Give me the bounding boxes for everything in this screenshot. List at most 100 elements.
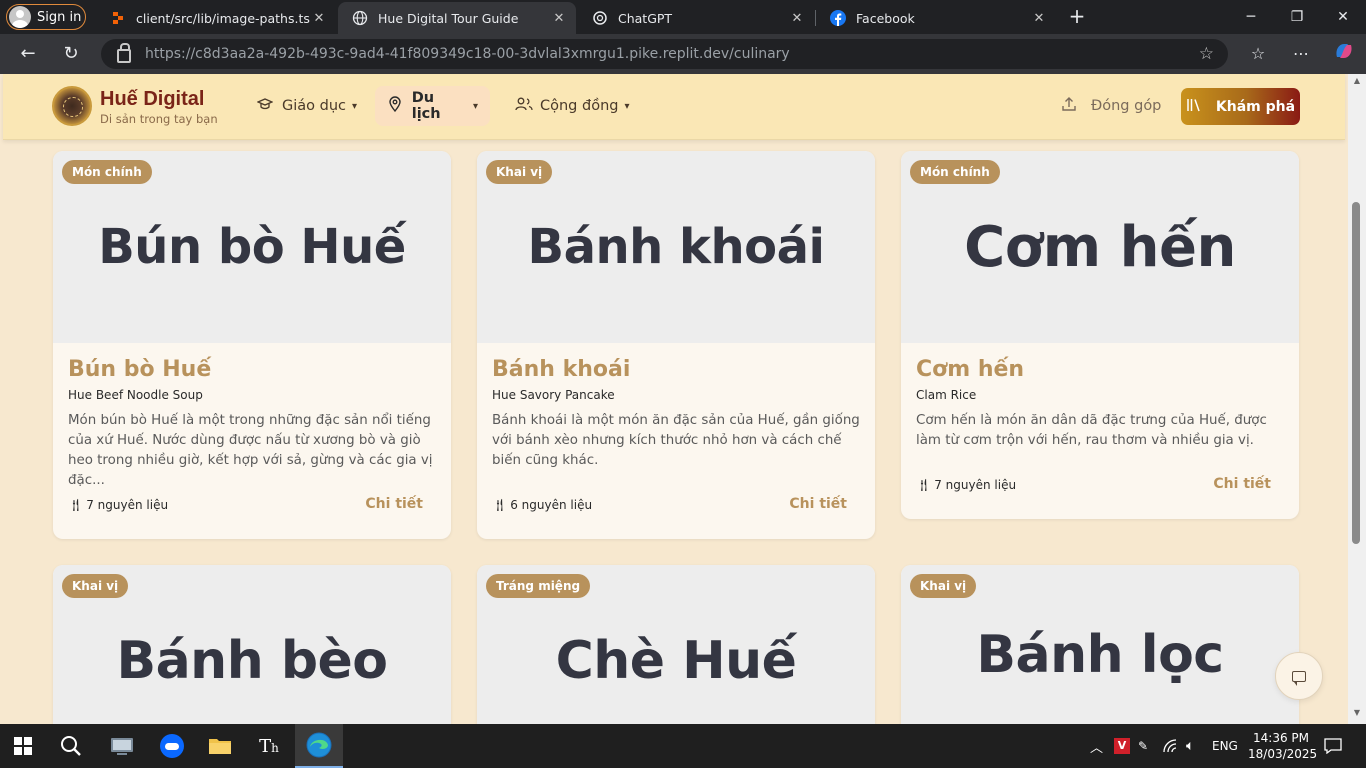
detail-link[interactable]: Chi tiết [1213,476,1271,492]
zalo-icon [160,734,184,758]
dish-card[interactable]: Chè Huế Tráng miệng [477,565,875,724]
show-hidden-icons[interactable]: ︿ [1090,724,1103,768]
scrollbar-thumb[interactable] [1352,202,1360,544]
dish-name: Bánh khoái [492,357,631,382]
brand-title[interactable]: Huế Digital [100,88,204,111]
chat-bubble-icon [1292,670,1306,686]
dish-card[interactable]: Cơm hến Món chính Cơm hến Clam Rice Cơm … [901,151,1299,519]
dish-description: Cơm hến là món ăn dân dã đặc trưng của H… [916,413,1267,448]
map-pin-icon [387,96,403,116]
dish-card[interactable]: Bánh khoái Khai vị Bánh khoái Hue Savory… [477,151,875,539]
close-icon[interactable]: ✕ [788,11,806,26]
tab-image-paths[interactable]: client/src/lib/image-paths.ts - Hu ✕ [96,2,336,34]
dish-description: Bánh khoái là một món ăn đặc sản của Huế… [492,413,860,468]
url-path: /culinary [729,46,790,62]
search-icon [61,736,81,756]
ingredient-count-label: 7 nguyên liệu [86,498,169,512]
taskbar-app-zalo[interactable] [149,724,195,768]
close-window-button[interactable]: ✕ [1320,0,1366,34]
language-label: ENG [1212,739,1238,753]
contribute-button[interactable]: Đóng góp [1061,96,1161,116]
profile-avatar-icon [9,6,31,28]
clock-time: 14:36 PM [1253,731,1309,745]
tray-network[interactable] [1163,724,1181,768]
tray-vietkey[interactable]: V [1114,724,1130,768]
taskbar-app-text[interactable]: Th [246,724,292,768]
chat-button[interactable] [1275,652,1323,700]
site-header: Huế Digital Di sản trong tay bạn Giáo dụ… [3,74,1345,140]
tray-volume[interactable]: 🔈︎ [1186,724,1194,768]
chevron-down-icon: ▾ [352,100,358,112]
dish-card[interactable]: Bánh bèo Khai vị [53,565,451,724]
new-tab-button[interactable]: + [1064,4,1090,30]
tab-facebook[interactable]: Facebook ✕ [816,2,1056,34]
taskbar-app-explorer[interactable] [197,724,243,768]
address-bar[interactable]: https://c8d3aa2a-492b-493c-9ad4-41f80934… [101,39,1228,69]
replit-icon [110,10,126,26]
library-icon [1186,98,1202,116]
hue-logo[interactable] [52,86,92,126]
signin-label: Sign in [37,9,82,25]
input-method-icon: ✎ [1138,739,1149,753]
dish-description: Món bún bò Huế là một trong những đặc sả… [68,413,433,488]
vietkey-icon: V [1114,738,1130,754]
category-badge: Khai vị [910,574,977,598]
search-button[interactable] [48,724,94,768]
brand-subtitle: Di sản trong tay bạn [100,112,218,126]
favorites-icon[interactable]: ☆ [1244,40,1272,68]
tab-chatgpt[interactable]: ChatGPT ✕ [578,2,814,34]
detail-link[interactable]: Chi tiết [789,496,847,512]
nav-label: Cộng đồng [540,98,619,114]
tray-language[interactable]: ENG [1212,724,1238,768]
dish-card[interactable]: Bún bò Huế Món chính Bún bò Huế Hue Beef… [53,151,451,539]
tab-title: client/src/lib/image-paths.ts - Hu [136,10,310,26]
taskbar-app-edge[interactable] [295,724,343,768]
reload-icon[interactable]: ↻ [57,40,85,68]
chevron-up-icon: ︿ [1090,740,1104,756]
category-badge: Món chính [62,160,152,184]
back-arrow-icon[interactable]: ← [14,40,42,68]
close-icon[interactable]: ✕ [1030,11,1048,26]
minimize-button[interactable]: ─ [1228,0,1274,34]
nav-label: Giáo dục [282,98,346,114]
tray-input[interactable]: ✎ [1138,724,1148,768]
restore-button[interactable]: ❐ [1274,0,1320,34]
nav-travel[interactable]: Du lịch ▾ [375,86,490,126]
chatgpt-icon [592,10,608,26]
dish-name: Bún bò Huế [68,357,212,382]
profile-signin-button[interactable]: Sign in [6,4,86,30]
taskbar-clock[interactable]: 14:36 PM 18/03/2025 [1248,730,1317,762]
close-icon[interactable]: ✕ [310,11,328,26]
tab-hue-digital[interactable]: Hue Digital Tour Guide ✕ [338,2,576,34]
utensils-icon: 🍴︎ [68,498,84,512]
dish-english-name: Hue Beef Noodle Soup [68,388,203,402]
scroll-down-arrow-icon[interactable]: ▼ [1352,708,1362,717]
scroll-up-arrow-icon[interactable]: ▲ [1352,76,1362,85]
dish-card[interactable]: Bánh lọc Khai vị [901,565,1299,724]
start-button[interactable] [0,724,46,768]
close-icon[interactable]: ✕ [550,11,568,26]
category-badge: Khai vị [62,574,129,598]
users-icon [515,97,533,115]
category-badge: Món chính [910,160,1000,184]
category-badge: Tráng miệng [486,574,591,598]
copilot-icon[interactable] [1330,40,1358,68]
browser-toolbar: ← ↻ https://c8d3aa2a-492b-493c-9ad4-41f8… [0,34,1366,74]
lock-icon [117,43,131,63]
nav-education[interactable]: Giáo dục ▾ [245,86,369,126]
page-viewport: Bún bò Huế Món chính Bún bò Huế Hue Beef… [0,74,1348,724]
more-options-icon[interactable]: ⋯ [1287,40,1315,68]
url-host: https://c8d3aa2a-492b-493c-9ad4-41f80934… [145,46,730,62]
notification-icon [1324,738,1342,754]
ingredient-count-label: 7 nguyên liệu [934,478,1017,492]
ingredient-count-label: 6 nguyên liệu [510,498,593,512]
detail-link[interactable]: Chi tiết [365,496,423,512]
explore-button[interactable]: Khám phá [1181,88,1300,125]
utensils-icon: 🍴︎ [492,498,508,512]
notification-center[interactable] [1324,724,1342,768]
page-scrollbar[interactable]: ▲ ▼ [1348,74,1366,724]
ingredient-count: 🍴︎ 7 nguyên liệu [916,478,1016,492]
nav-community[interactable]: Cộng đồng ▾ [503,86,642,126]
taskbar-app-system[interactable] [99,724,145,768]
bookmark-star-icon[interactable]: ☆ [1199,44,1214,64]
